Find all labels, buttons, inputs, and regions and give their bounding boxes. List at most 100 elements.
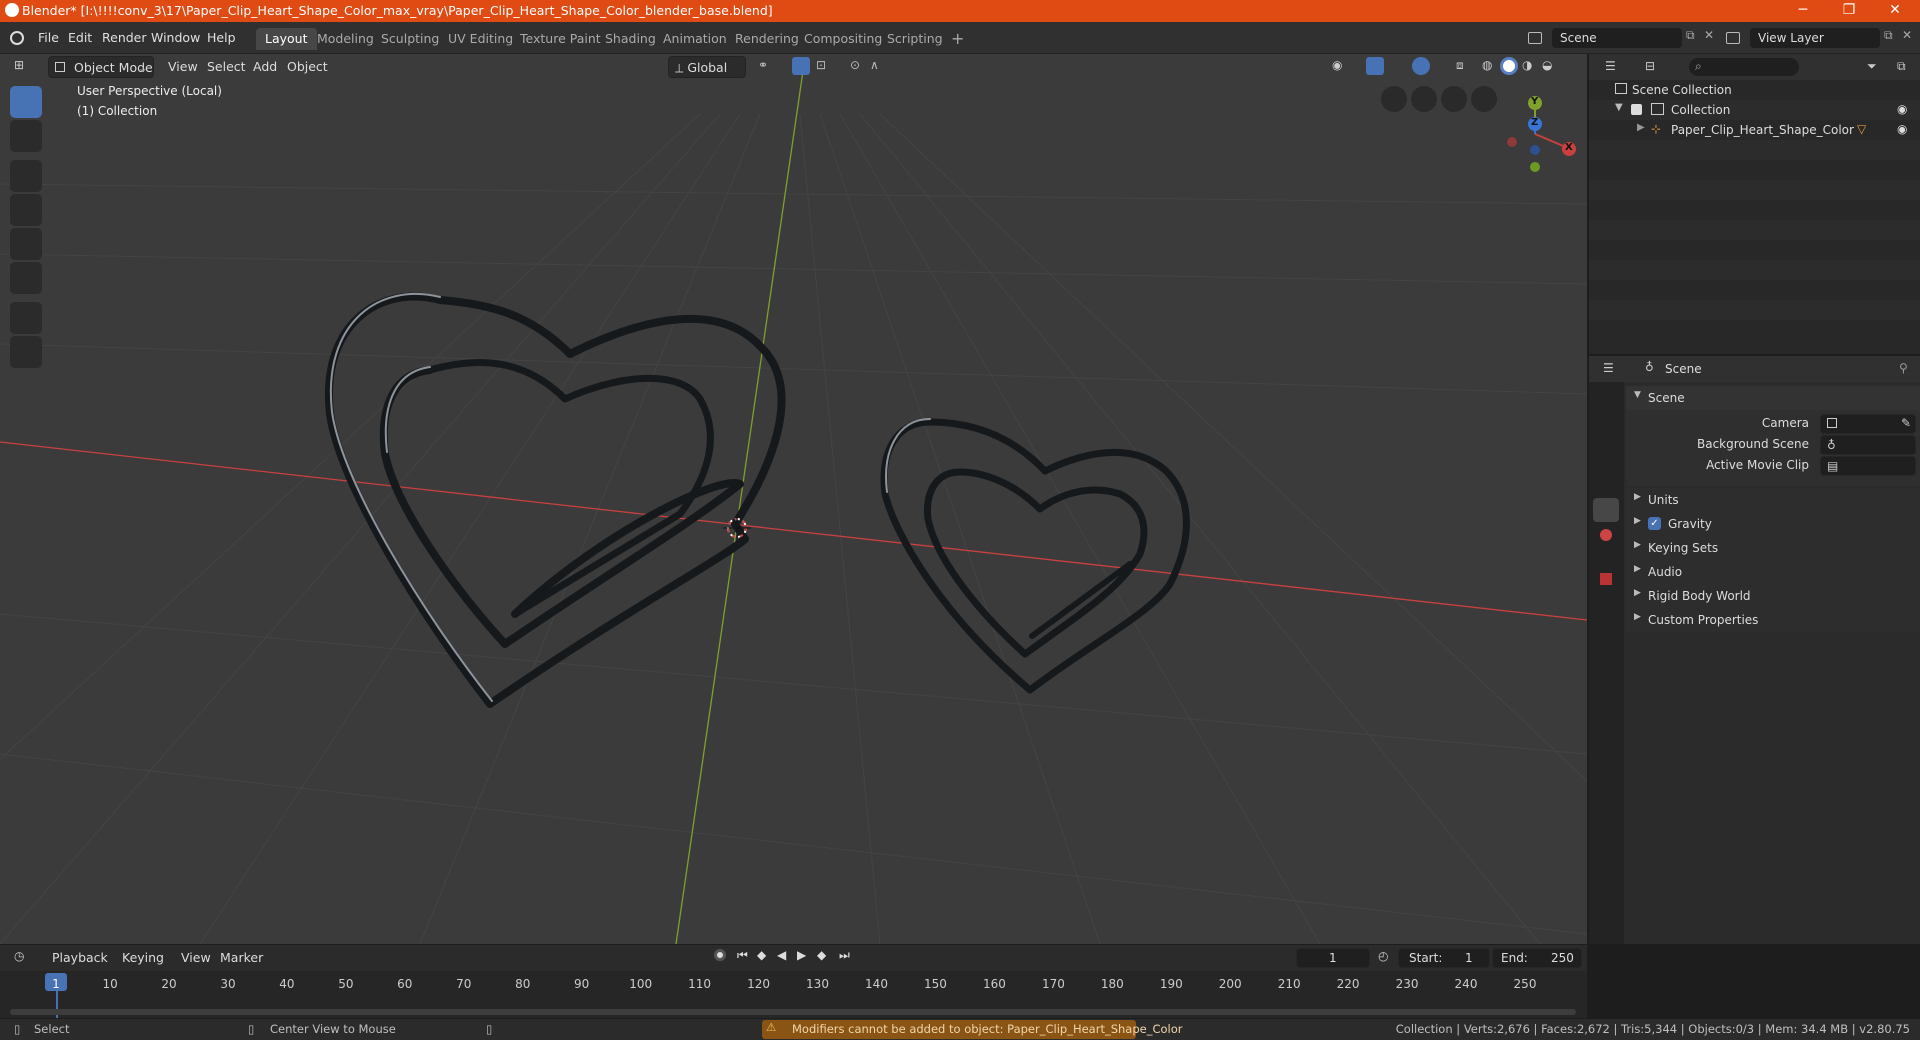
rigid-body-world-panel-header[interactable]: ▶ Rigid Body World: [1626, 584, 1920, 608]
custom-properties-panel-header[interactable]: ▶ Custom Properties: [1626, 608, 1920, 632]
pan-hand-icon[interactable]: [1441, 86, 1467, 112]
gravity-panel-header[interactable]: ▶ ✓ Gravity: [1626, 512, 1920, 536]
outliner-row-object[interactable]: ▶ ⊹ Paper_Clip_Heart_Shape_Color ▽ ◉: [1589, 120, 1920, 140]
scale-icon[interactable]: [10, 228, 42, 260]
timeline-panel[interactable]: ◷ Playback Keying View Marker ⏮ ◆ ◀ ▶ ◆ …: [0, 944, 1587, 1019]
gravity-checkbox[interactable]: ✓: [1648, 517, 1661, 530]
menu-window[interactable]: Window: [145, 28, 206, 48]
start-frame-field[interactable]: Start: 1: [1398, 948, 1490, 968]
menu-select[interactable]: Select: [201, 56, 252, 78]
grid-view-icon[interactable]: [1381, 86, 1407, 112]
menu-keying[interactable]: Keying: [116, 947, 170, 969]
end-frame-field[interactable]: End: 250: [1492, 948, 1582, 968]
checkbox-icon[interactable]: [1631, 104, 1642, 115]
measure-icon[interactable]: [10, 336, 42, 368]
pin-icon[interactable]: ⚲: [1899, 361, 1908, 375]
output-tab-icon[interactable]: [1593, 444, 1619, 468]
eye-icon[interactable]: ◉: [1897, 102, 1907, 116]
cursor-icon[interactable]: [10, 120, 42, 152]
menu-help[interactable]: Help: [201, 28, 242, 48]
jump-start-icon[interactable]: ⏮: [737, 948, 748, 963]
falloff-icon[interactable]: ∧: [870, 58, 879, 72]
move-icon[interactable]: [10, 160, 42, 192]
xray-icon[interactable]: ⧈: [1456, 58, 1464, 73]
object-mode-dropdown[interactable]: Object Mode ⌄: [48, 56, 154, 78]
display-mode-icon[interactable]: ⊟: [1645, 59, 1655, 73]
tab-uv-editing[interactable]: UV Editing: [439, 28, 522, 50]
play-icon[interactable]: ▶: [797, 948, 806, 962]
delete-view-layer-icon[interactable]: ✕: [1902, 28, 1912, 42]
scene-selector-icon[interactable]: [1528, 32, 1542, 44]
snap-icon[interactable]: [792, 57, 810, 75]
outliner-search-input[interactable]: ⌕: [1689, 58, 1799, 76]
current-frame-field[interactable]: 1: [1296, 948, 1370, 968]
rotate-icon[interactable]: [10, 194, 42, 226]
tab-compositing[interactable]: Compositing: [795, 28, 891, 50]
filter-icon[interactable]: ⏷: [1867, 59, 1877, 74]
new-scene-icon[interactable]: ⧉: [1686, 28, 1695, 43]
camera-field[interactable]: ✎: [1820, 414, 1916, 434]
menu-edit[interactable]: Edit: [62, 28, 98, 48]
transform-icon[interactable]: [10, 262, 42, 294]
eyedropper-icon[interactable]: ✎: [1901, 416, 1911, 430]
rendered-shading-icon[interactable]: ◒: [1542, 58, 1552, 72]
units-panel-header[interactable]: ▶ Units: [1626, 488, 1920, 512]
tab-texture-paint[interactable]: Texture Paint: [511, 28, 610, 50]
gizmo-toggle-icon[interactable]: [1366, 57, 1384, 75]
new-collection-icon[interactable]: ⧉: [1897, 59, 1906, 74]
timeline-editor-icon[interactable]: ◷: [14, 949, 24, 963]
delete-scene-icon[interactable]: ✕: [1704, 28, 1714, 42]
render-tab-icon[interactable]: [1593, 418, 1619, 442]
view-layer-tab-icon[interactable]: [1593, 472, 1619, 496]
outliner-row-collection[interactable]: ▼ Collection ◉: [1589, 100, 1920, 120]
menu-view[interactable]: View: [175, 947, 217, 969]
active-movie-clip-field[interactable]: ▤: [1820, 456, 1916, 476]
scene-tab-icon[interactable]: [1593, 498, 1619, 522]
menu-file[interactable]: File: [32, 28, 65, 48]
properties-panel[interactable]: ☰ ♁ Scene ⚲ ▼ Scene Camera ✎ Background …: [1587, 356, 1920, 944]
annotate-icon[interactable]: [10, 302, 42, 334]
stopwatch-icon[interactable]: ◴: [1378, 949, 1388, 963]
wireframe-shading-icon[interactable]: ◍: [1482, 58, 1492, 72]
menu-add[interactable]: Add: [247, 56, 283, 78]
scene-panel-header[interactable]: ▼ Scene: [1626, 386, 1920, 410]
play-reverse-icon[interactable]: ◀: [777, 948, 786, 962]
tab-sculpting[interactable]: Sculpting: [372, 28, 448, 50]
eye-icon[interactable]: ◉: [1897, 122, 1907, 136]
pivot-icon[interactable]: ⚭: [758, 58, 768, 72]
menu-view[interactable]: View: [162, 56, 204, 78]
view-layer-icon[interactable]: [1726, 32, 1740, 44]
expand-triangle-icon[interactable]: ▼: [1615, 102, 1623, 113]
prev-keyframe-icon[interactable]: ◆: [757, 948, 766, 962]
background-scene-field[interactable]: ♁: [1820, 435, 1916, 455]
timeline-scrollbar[interactable]: [10, 1009, 1576, 1015]
proportional-edit-icon[interactable]: ⊙: [850, 58, 860, 72]
outliner-row-scene-collection[interactable]: Scene Collection: [1589, 80, 1920, 100]
material-shading-icon[interactable]: ◑: [1522, 58, 1532, 72]
world-tab-icon[interactable]: [1593, 524, 1619, 548]
maximize-button[interactable]: ❐: [1826, 0, 1872, 22]
outliner-editor-icon[interactable]: ☰: [1605, 59, 1616, 73]
editor-type-icon[interactable]: ⊞: [14, 58, 34, 76]
snap-target-icon[interactable]: ⊡: [816, 58, 826, 72]
camera-view-icon[interactable]: [1411, 86, 1437, 112]
menu-playback[interactable]: Playback: [46, 947, 114, 969]
record-icon[interactable]: [714, 949, 726, 961]
tab-animation[interactable]: Animation: [654, 28, 736, 50]
select-box-icon[interactable]: [10, 86, 42, 118]
properties-editor-icon[interactable]: ☰: [1603, 361, 1614, 375]
expand-triangle-icon[interactable]: ▶: [1637, 122, 1645, 133]
overlay-toggle-icon[interactable]: [1412, 57, 1430, 75]
keying-sets-panel-header[interactable]: ▶ Keying Sets: [1626, 536, 1920, 560]
tab-scripting[interactable]: Scripting: [878, 28, 952, 50]
outliner-panel[interactable]: ☰ ⊟ ⌕ ⏷ ⧉ Scene Collection ▼ Collection …: [1587, 54, 1920, 354]
transform-orientation-dropdown[interactable]: ⟂ Global: [668, 56, 746, 78]
minimize-button[interactable]: ─: [1780, 0, 1826, 22]
texture-tab-icon[interactable]: [1593, 568, 1619, 592]
tool-tab-icon[interactable]: [1593, 388, 1619, 412]
new-view-layer-icon[interactable]: ⧉: [1884, 28, 1893, 43]
blender-menu-icon[interactable]: [10, 31, 24, 45]
add-workspace-button[interactable]: +: [942, 28, 973, 50]
navigation-gizmo[interactable]: Y X Z: [1490, 84, 1580, 184]
3d-viewport[interactable]: ⊞ Object Mode ⌄ View Select Add Object ⟂…: [0, 54, 1587, 944]
